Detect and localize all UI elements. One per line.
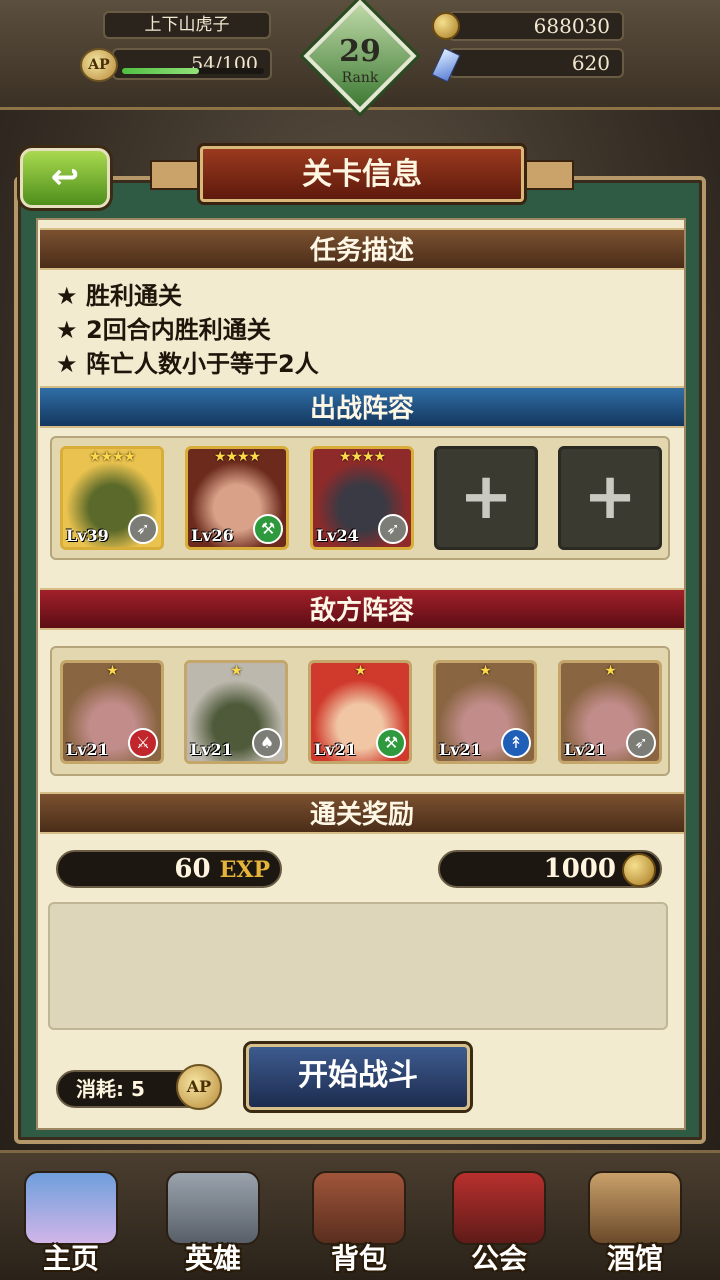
exp-reward: 60 EXP [56, 850, 282, 888]
bow-icon: ➶ [128, 514, 158, 544]
nav-backpack[interactable]: 背包 [294, 1171, 424, 1280]
title-plate: 关卡信息 [200, 146, 524, 202]
cost-value: 5 [130, 1077, 145, 1101]
star-rating: ★★★★ [88, 449, 136, 465]
add-hero-slot[interactable]: + [558, 446, 662, 550]
item-reward-area [48, 902, 668, 1030]
gold-reward: 1000 [438, 850, 662, 888]
enemy-slot-3[interactable]: ★ Lv21 ⚒ [308, 660, 412, 764]
mission-item: ★ 阵亡人数小于等于2人 [56, 344, 319, 379]
start-battle-button[interactable]: 开始战斗 [246, 1044, 470, 1110]
exp-value: 60 [174, 854, 211, 884]
exp-label: EXP [219, 857, 270, 883]
back-arrow-icon: ↩ [50, 157, 80, 197]
gold-counter: 688030 [448, 11, 624, 41]
spear-icon: ↟ [501, 728, 531, 758]
bottom-nav: 主页 英雄 背包 公会 酒馆 [0, 1150, 720, 1280]
star-icon: ★ [56, 350, 78, 378]
hero-level: Lv39 [66, 526, 109, 545]
hero-slot-1[interactable]: ★★★★ Lv39 ➶ [60, 446, 164, 550]
helmet-icon [166, 1171, 260, 1245]
gold-reward-value: 1000 [543, 854, 616, 884]
nav-label: 酒馆 [606, 1242, 663, 1275]
enemy-slot-5[interactable]: ★ Lv21 ➶ [558, 660, 662, 764]
rank-number: 29 [339, 34, 381, 69]
ap-potion-icon: AP [80, 48, 118, 82]
star-rating: ★ [106, 663, 119, 679]
mission-item: ★ 胜利通关 [56, 276, 182, 311]
enemy-level: Lv21 [66, 740, 109, 759]
top-status-bar: 上下山虎子 54/100 AP 29 Rank 688030 620 [0, 0, 720, 113]
backpack-icon [312, 1171, 406, 1245]
guild-crest-icon [452, 1171, 546, 1245]
nav-guild[interactable]: 公会 [434, 1171, 564, 1280]
rank-label: Rank [341, 70, 379, 86]
nav-label: 主页 [42, 1242, 99, 1275]
hero-slot-2[interactable]: ★★★★ Lv26 ⚒ [185, 446, 289, 550]
enemy-slot-4[interactable]: ★ Lv21 ↟ [433, 660, 537, 764]
mission-item: ★ 2回合内胜利通关 [56, 310, 271, 345]
player-name: 上下山虎子 [103, 11, 271, 39]
nav-heroes[interactable]: 英雄 [148, 1171, 278, 1280]
back-button[interactable]: ↩ [20, 148, 110, 208]
nav-label: 英雄 [184, 1242, 241, 1275]
hero-slot-3[interactable]: ★★★★ Lv24 ➶ [310, 446, 414, 550]
ap-bar [122, 68, 264, 74]
rewards-header: 通关奖励 [40, 792, 684, 834]
axe-icon: ⚒ [253, 514, 283, 544]
enemy-lineup: ★ Lv21 ⚔ ★ Lv21 ♠ ★ Lv21 ⚒ ★ Lv21 ↟ ★ Lv… [50, 646, 670, 776]
castle-icon [24, 1171, 118, 1245]
hero-level: Lv24 [316, 526, 359, 545]
add-hero-slot[interactable]: + [434, 446, 538, 550]
nav-tavern[interactable]: 酒馆 [570, 1171, 700, 1280]
star-rating: ★ [354, 663, 367, 679]
bow-icon: ➶ [626, 728, 656, 758]
star-rating: ★★★★ [338, 449, 386, 465]
enemy-level: Lv21 [439, 740, 482, 759]
nav-label: 公会 [470, 1242, 527, 1275]
axe-icon: ⚒ [376, 728, 406, 758]
nav-label: 背包 [330, 1242, 387, 1275]
star-rating: ★ [230, 663, 243, 679]
team-lineup: ★★★★ Lv39 ➶ ★★★★ Lv26 ⚒ ★★★★ Lv24 ➶ + + [50, 436, 670, 560]
team-header: 出战阵容 [40, 386, 684, 428]
ap-bar-fill [122, 68, 199, 74]
ap-meter: 54/100 [112, 48, 272, 80]
enemy-level: Lv21 [190, 740, 233, 759]
bow-icon: ➶ [378, 514, 408, 544]
gold-coin-icon [432, 12, 460, 40]
mace-icon: ♠ [252, 728, 282, 758]
mission-text: 2回合内胜利通关 [86, 316, 271, 344]
gold-coin-icon [622, 853, 656, 887]
star-icon: ★ [56, 316, 78, 344]
enemy-slot-1[interactable]: ★ Lv21 ⚔ [60, 660, 164, 764]
enemy-header: 敌方阵容 [40, 588, 684, 630]
star-icon: ★ [56, 282, 78, 310]
star-rating: ★ [479, 663, 492, 679]
ap-potion-icon: AP [176, 1064, 222, 1110]
star-rating: ★★★★ [213, 449, 261, 465]
star-rating: ★ [604, 663, 617, 679]
enemy-level: Lv21 [564, 740, 607, 759]
mission-text: 胜利通关 [86, 282, 182, 310]
sword-icon: ⚔ [128, 728, 158, 758]
tavern-mug-icon [588, 1171, 682, 1245]
page-title: 关卡信息 [302, 157, 422, 192]
rank-badge[interactable]: 29 Rank [303, 0, 417, 113]
enemy-slot-2[interactable]: ★ Lv21 ♠ [184, 660, 288, 764]
hero-level: Lv26 [191, 526, 234, 545]
mission-text: 阵亡人数小于等于2人 [86, 350, 319, 378]
gem-counter: 620 [448, 48, 624, 78]
mission-header: 任务描述 [40, 228, 684, 270]
nav-home[interactable]: 主页 [6, 1171, 136, 1280]
enemy-level: Lv21 [314, 740, 357, 759]
cost-label: 消耗: [76, 1077, 124, 1101]
